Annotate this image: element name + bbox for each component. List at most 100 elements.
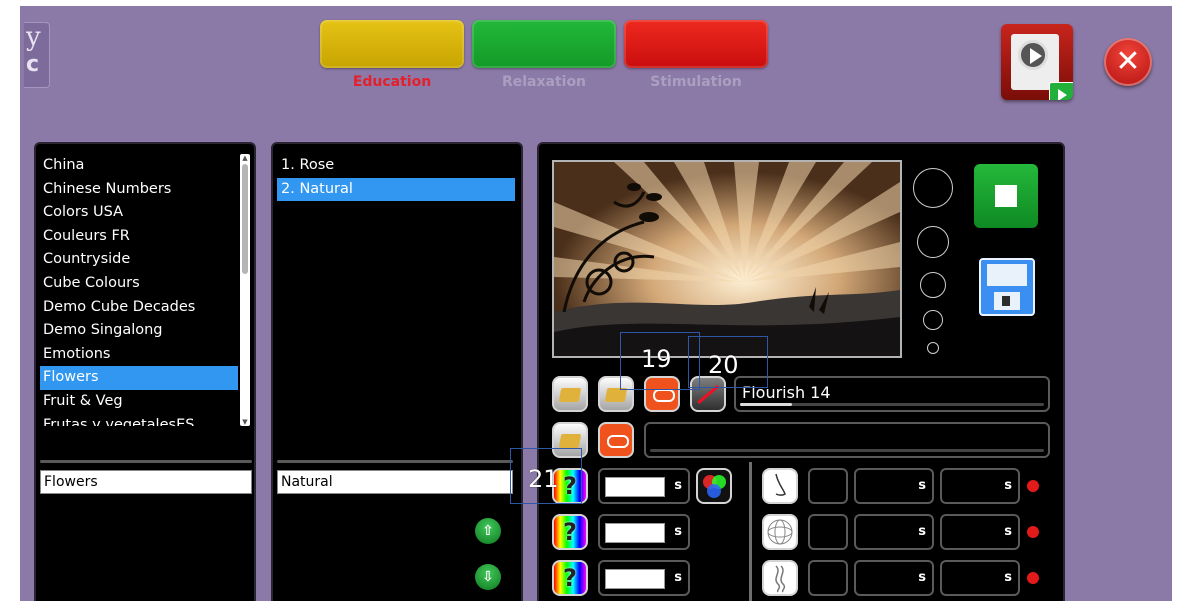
pattern-touch-icon[interactable]: [762, 514, 798, 550]
status-dot-3: [1027, 572, 1039, 584]
category-item[interactable]: Colors USA: [40, 201, 238, 225]
theatre-play-button[interactable]: [1001, 24, 1073, 100]
tab-stimulation-label: Stimulation: [650, 74, 742, 90]
tab-relaxation-label: Relaxation: [501, 74, 587, 90]
sense-duration-2a[interactable]: s: [854, 514, 934, 550]
category-scrollbar[interactable]: ▲ ▼: [240, 154, 250, 426]
wind-air-icon[interactable]: [762, 560, 798, 596]
save-button[interactable]: [979, 258, 1035, 316]
category-item[interactable]: Emotions: [40, 343, 238, 367]
move-down-button[interactable]: ⇩: [475, 564, 501, 590]
second-track-progress-bar: [650, 449, 1044, 452]
sense-duration-3a[interactable]: s: [854, 560, 934, 596]
wind-svg: [775, 565, 786, 593]
editor-panel: Flourish 14 ? s ? s ? s s s s s s s: [537, 142, 1065, 601]
annotation-label-20: 20: [708, 351, 739, 379]
theme-panel: 1. Rose 2. Natural Natural ⇧ ⇩: [271, 142, 523, 601]
loop-icon[interactable]: [644, 376, 680, 412]
seconds-unit: s: [674, 478, 682, 493]
loop-icon-2[interactable]: [598, 422, 634, 458]
intensity-circle-5[interactable]: [927, 342, 939, 354]
folder-icon[interactable]: [552, 376, 588, 412]
category-item[interactable]: China: [40, 154, 238, 178]
sense-duration-1b[interactable]: s: [940, 468, 1020, 504]
tab-relaxation[interactable]: [472, 20, 616, 68]
color-duration-2[interactable]: s: [598, 514, 690, 550]
theme-item[interactable]: 2. Natural: [277, 177, 515, 202]
color-duration-3[interactable]: s: [598, 560, 690, 596]
sense-duration-1a[interactable]: s: [854, 468, 934, 504]
scroll-up-arrow[interactable]: ▲: [240, 154, 250, 162]
category-name-field[interactable]: Flowers: [40, 470, 252, 494]
tab-stimulation[interactable]: [624, 20, 768, 68]
annotation-label-21: 21: [528, 465, 559, 493]
track-name: Flourish 14: [742, 383, 831, 402]
intensity-circle-2[interactable]: [917, 226, 949, 258]
category-item[interactable]: Countryside: [40, 248, 238, 272]
question-mark: ?: [563, 472, 577, 500]
theatre-play-icon: [1018, 40, 1048, 70]
seconds-unit: s: [918, 570, 926, 585]
category-item[interactable]: Demo Cube Decades: [40, 296, 238, 320]
status-dot-1: [1027, 480, 1039, 492]
category-panel: China Chinese Numbers Colors USA Couleurs F…: [34, 142, 256, 601]
intensity-circle-4[interactable]: [923, 310, 943, 330]
preview-image: [552, 160, 902, 358]
track-progress-fill: [740, 403, 792, 406]
seconds-unit: s: [674, 570, 682, 585]
top-margin: [0, 0, 1185, 6]
rainbow-question-icon-3[interactable]: ?: [552, 560, 588, 596]
status-dot-2: [1027, 526, 1039, 538]
category-divider: [40, 460, 252, 463]
stop-button[interactable]: [974, 164, 1038, 228]
track-name-field[interactable]: Flourish 14: [734, 376, 1050, 412]
intensity-circle-3[interactable]: [920, 272, 946, 298]
category-item[interactable]: Couleurs FR: [40, 225, 238, 249]
scroll-down-arrow[interactable]: ▼: [240, 418, 250, 426]
mini-play-icon: [1049, 82, 1073, 100]
second-track-field[interactable]: [644, 422, 1050, 458]
theme-name-field[interactable]: Natural: [277, 470, 513, 494]
category-list: China Chinese Numbers Colors USA Couleurs F…: [40, 154, 238, 426]
arrow-up-icon: ⇧: [482, 523, 494, 539]
sense-select-1[interactable]: [808, 468, 848, 504]
sunburst-flourish-image: [554, 162, 900, 356]
move-up-button[interactable]: ⇧: [475, 518, 501, 544]
seconds-unit: s: [918, 478, 926, 493]
rainbow-question-icon-2[interactable]: ?: [552, 514, 588, 550]
category-item[interactable]: Chinese Numbers: [40, 178, 238, 202]
color-duration-1[interactable]: s: [598, 468, 690, 504]
pattern-svg: [767, 519, 793, 545]
close-button[interactable]: ✕: [1104, 38, 1152, 86]
folder-icon-2[interactable]: [598, 376, 634, 412]
close-x-icon: ✕: [1115, 44, 1141, 79]
intensity-circle-1[interactable]: [913, 168, 953, 208]
seconds-unit: s: [1004, 478, 1012, 493]
annotation-label-19: 19: [641, 345, 672, 373]
nose-smell-icon[interactable]: [762, 468, 798, 504]
category-item[interactable]: Flowers: [40, 366, 238, 390]
track-progress-bar: [740, 403, 1044, 406]
theme-divider: [277, 460, 513, 463]
tab-education[interactable]: [320, 20, 464, 68]
sense-select-2[interactable]: [808, 514, 848, 550]
category-item[interactable]: Cube Colours: [40, 272, 238, 296]
rgb-circles-icon[interactable]: [696, 468, 732, 504]
theme-item[interactable]: 1. Rose: [277, 154, 515, 178]
tab-education-label: Education: [352, 74, 432, 90]
color-duration-input-3[interactable]: [605, 569, 665, 589]
music-off-icon[interactable]: [690, 376, 726, 412]
category-item[interactable]: Fruit & Veg: [40, 390, 238, 414]
color-duration-input-2[interactable]: [605, 523, 665, 543]
category-item[interactable]: Frutas y vegetalesES: [40, 414, 238, 426]
category-item[interactable]: Demo Singalong: [40, 319, 238, 343]
floppy-label: [987, 264, 1027, 286]
scroll-thumb[interactable]: [242, 164, 248, 274]
sense-duration-3b[interactable]: s: [940, 560, 1020, 596]
folder-icon-3[interactable]: [552, 422, 588, 458]
question-mark: ?: [563, 518, 577, 546]
sense-select-3[interactable]: [808, 560, 848, 596]
color-duration-input-1[interactable]: [605, 477, 665, 497]
logo-line1: y: [26, 22, 41, 52]
sense-duration-2b[interactable]: s: [940, 514, 1020, 550]
